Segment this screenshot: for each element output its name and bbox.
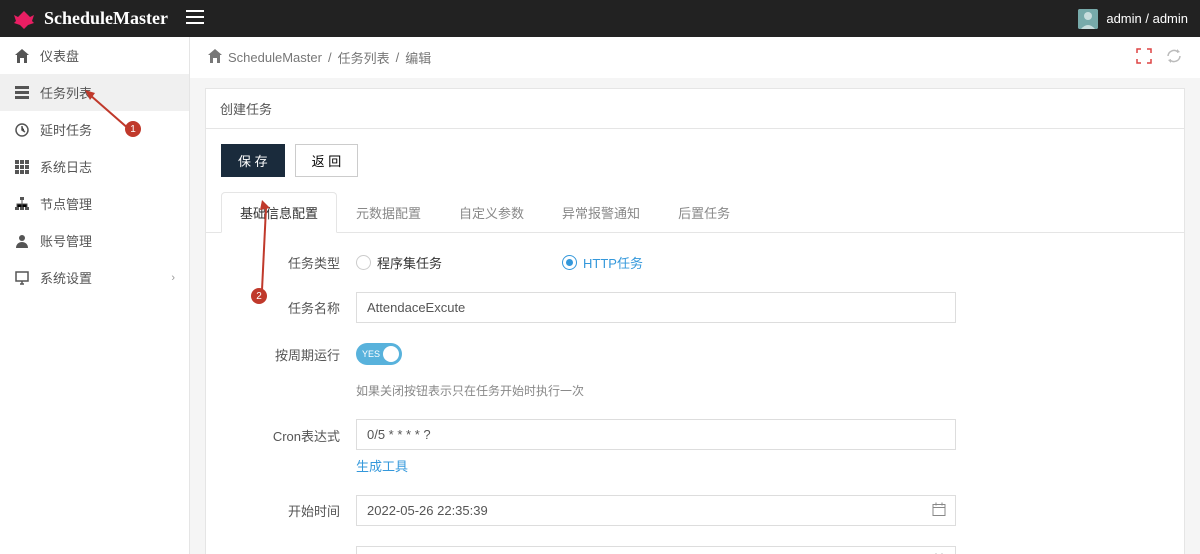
user-icon — [14, 233, 30, 249]
hamburger-icon[interactable] — [186, 10, 204, 27]
sidebar-item-label: 账号管理 — [40, 231, 92, 250]
cron-label: Cron表达式 — [236, 419, 356, 445]
sidebar-item-label: 任务列表 — [40, 83, 92, 102]
home-icon — [208, 49, 222, 66]
sidebar: 仪表盘 任务列表 延时任务 系统日志 节点管理 账号管理 系统设置 › — [0, 37, 190, 554]
form: 任务类型 程序集任务 HTTP任务 — [206, 233, 1184, 554]
fullscreen-icon[interactable] — [1136, 48, 1152, 67]
user-area[interactable]: admin / admin — [1078, 9, 1188, 29]
sidebar-item-tasklist[interactable]: 任务列表 — [0, 74, 189, 111]
breadcrumb: ScheduleMaster / 任务列表 / 编辑 — [190, 37, 1200, 78]
grid-icon — [14, 159, 30, 175]
chevron-right-icon: › — [171, 272, 175, 284]
sidebar-item-nodes[interactable]: 节点管理 — [0, 185, 189, 222]
radio-http-task[interactable]: HTTP任务 — [562, 253, 643, 272]
sidebar-item-settings[interactable]: 系统设置 › — [0, 259, 189, 296]
toggle-text: YES — [362, 349, 380, 359]
start-time-label: 开始时间 — [236, 501, 356, 520]
monitor-icon — [14, 270, 30, 286]
save-button[interactable]: 保 存 — [221, 144, 285, 177]
sidebar-item-label: 延时任务 — [40, 120, 92, 139]
clock-icon — [14, 122, 30, 138]
toolbar: 保 存 返 回 — [206, 129, 1184, 192]
radio-label: HTTP任务 — [583, 253, 643, 272]
sidebar-item-logs[interactable]: 系统日志 — [0, 148, 189, 185]
sitemap-icon — [14, 196, 30, 212]
task-name-input[interactable] — [356, 292, 956, 323]
breadcrumb-item-current: 编辑 — [405, 48, 431, 67]
periodic-label: 按周期运行 — [236, 343, 356, 364]
periodic-toggle[interactable]: YES — [356, 343, 402, 365]
task-name-label: 任务名称 — [236, 298, 356, 317]
card: 创建任务 保 存 返 回 基础信息配置 元数据配置 自定义参数 异常报警通知 后… — [205, 88, 1185, 554]
sidebar-item-label: 系统日志 — [40, 157, 92, 176]
sidebar-item-label: 仪表盘 — [40, 46, 79, 65]
tab-params[interactable]: 自定义参数 — [440, 192, 543, 233]
brand-logo-icon — [12, 9, 36, 29]
radio-assembly-task[interactable]: 程序集任务 — [356, 253, 442, 272]
user-display: admin / admin — [1106, 11, 1188, 26]
tab-post[interactable]: 后置任务 — [659, 192, 749, 233]
radio-label: 程序集任务 — [377, 253, 442, 272]
avatar — [1078, 9, 1098, 29]
cron-input[interactable] — [356, 419, 956, 450]
sidebar-item-delayed[interactable]: 延时任务 — [0, 111, 189, 148]
list-icon — [14, 85, 30, 101]
sidebar-item-label: 系统设置 — [40, 268, 92, 287]
card-header: 创建任务 — [206, 89, 1184, 129]
breadcrumb-item[interactable]: ScheduleMaster — [228, 50, 322, 65]
tab-metadata[interactable]: 元数据配置 — [337, 192, 440, 233]
home-icon — [14, 48, 30, 64]
start-time-input[interactable] — [356, 495, 956, 526]
sidebar-item-dashboard[interactable]: 仪表盘 — [0, 37, 189, 74]
brand-text: ScheduleMaster — [44, 8, 168, 29]
tab-basic[interactable]: 基础信息配置 — [221, 192, 337, 233]
stop-time-input[interactable] — [356, 546, 956, 554]
periodic-hint: 如果关闭按钮表示只在任务开始时执行一次 — [356, 382, 956, 399]
topbar: ScheduleMaster admin / admin — [0, 0, 1200, 37]
breadcrumb-item[interactable]: 任务列表 — [338, 48, 390, 67]
tabs: 基础信息配置 元数据配置 自定义参数 异常报警通知 后置任务 — [206, 192, 1184, 233]
main: ScheduleMaster / 任务列表 / 编辑 创建任务 保 存 返 回 … — [190, 37, 1200, 554]
task-type-label: 任务类型 — [236, 253, 356, 272]
toggle-knob — [383, 346, 399, 362]
sidebar-item-accounts[interactable]: 账号管理 — [0, 222, 189, 259]
brand: ScheduleMaster — [12, 8, 204, 29]
refresh-icon[interactable] — [1166, 48, 1182, 67]
back-button[interactable]: 返 回 — [295, 144, 359, 177]
sidebar-item-label: 节点管理 — [40, 194, 92, 213]
stop-time-label: 停止时间 — [236, 546, 356, 554]
tab-alarm[interactable]: 异常报警通知 — [543, 192, 659, 233]
cron-generator-link[interactable]: 生成工具 — [356, 456, 408, 475]
